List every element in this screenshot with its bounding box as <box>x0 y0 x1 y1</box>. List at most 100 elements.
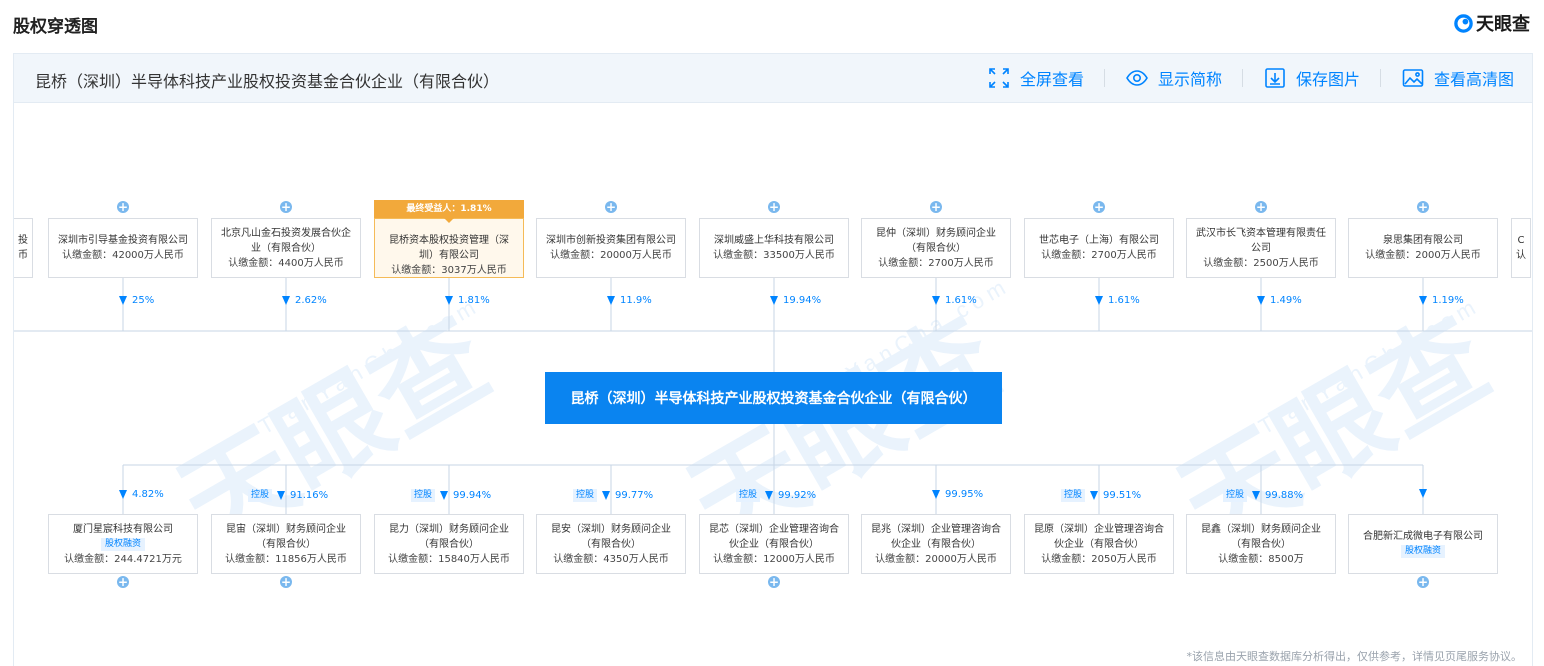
subscribed-amount: 认缴金额：33500万人民币 <box>713 250 835 261</box>
investment-node[interactable]: 昆鑫（深圳）财务顾问企业（有限合伙） 认缴金额：8500万 <box>1186 514 1336 574</box>
shareholder-name: 深圳市引导基金投资有限公司 <box>58 235 188 246</box>
arrow-down-icon <box>1252 491 1261 500</box>
view-hd-image-button[interactable]: 查看高清图 <box>1401 65 1514 91</box>
percent-value: 99.88% <box>1265 490 1304 501</box>
ownership-percent: 19.94% <box>770 295 821 306</box>
save-image-button[interactable]: 保存图片 <box>1263 65 1360 91</box>
shareholder-name: 昆仲（深圳）财务顾问企业（有限合伙） <box>876 227 996 254</box>
investment-node[interactable]: 昆兆（深圳）企业管理咨询合伙企业（有限合伙） 认缴金额：20000万人民币 <box>861 514 1011 574</box>
subscribed-amount: 认缴金额：2500万人民币 <box>1203 257 1319 269</box>
expand-plus-icon[interactable]: + <box>930 201 942 213</box>
arrow-down-icon <box>602 491 611 500</box>
expand-plus-icon[interactable]: + <box>1255 201 1267 213</box>
shareholder-node-partial[interactable]: C 认 <box>1511 218 1531 278</box>
center-entity-node[interactable]: 昆桥（深圳）半导体科技产业股权投资基金合伙企业（有限合伙） <box>545 372 1002 424</box>
subscribed-amount: 认缴金额：2050万人民币 <box>1041 553 1157 565</box>
financing-badge[interactable]: 股权融资 <box>100 537 145 551</box>
investment-percent: 控股 99.51% <box>1061 489 1141 502</box>
arrow-down-icon <box>1419 489 1427 498</box>
investment-name: 昆力（深圳）财务顾问企业（有限合伙） <box>389 523 509 550</box>
percent-value: 99.92% <box>778 490 817 501</box>
eye-icon <box>1126 70 1148 86</box>
investment-node[interactable]: 合肥新汇成微电子有限公司 股权融资 <box>1348 514 1498 574</box>
percent-value: 4.82% <box>132 489 164 500</box>
investment-node[interactable]: 昆安（深圳）财务顾问企业（有限合伙） 认缴金额：4350万人民币 <box>536 514 686 574</box>
investment-name: 昆安（深圳）财务顾问企业（有限合伙） <box>551 523 671 550</box>
entity-title: 昆桥（深圳）半导体科技产业股权投资基金合伙企业（有限合伙） <box>35 72 500 91</box>
subscribed-amount: 认缴金额：8500万 <box>1218 553 1304 565</box>
brand-name: 天眼查 <box>1476 14 1530 35</box>
toolbar-divider <box>1103 69 1105 87</box>
shareholder-name: 世芯电子（上海）有限公司 <box>1039 235 1159 246</box>
partial-text: 认 <box>1516 250 1526 261</box>
fullscreen-label: 全屏查看 <box>1019 70 1084 89</box>
arrow-down-icon <box>119 490 127 499</box>
percent-value: 91.16% <box>290 490 329 501</box>
shareholder-node-partial[interactable]: 投 币 <box>14 218 33 278</box>
percent-value: 2.62% <box>295 295 327 306</box>
investment-node[interactable]: 昆原（深圳）企业管理咨询合伙企业（有限合伙） 认缴金额：2050万人民币 <box>1024 514 1174 574</box>
shareholder-node[interactable]: 深圳市创新投资集团有限公司 认缴金额：20000万人民币 <box>536 218 686 278</box>
investment-name: 昆兆（深圳）企业管理咨询合伙企业（有限合伙） <box>871 523 1001 550</box>
shareholder-node[interactable]: 深圳威盛上华科技有限公司 认缴金额：33500万人民币 <box>699 218 849 278</box>
expand-plus-icon[interactable]: + <box>117 576 129 588</box>
expand-plus-icon[interactable]: + <box>768 576 780 588</box>
shareholder-node[interactable]: 北京凡山金石投资发展合伙企业（有限合伙） 认缴金额：4400万人民币 <box>211 218 361 278</box>
arrow-down-icon <box>932 490 940 499</box>
shareholder-name: 深圳市创新投资集团有限公司 <box>546 235 676 246</box>
subscribed-amount: 认缴金额：4400万人民币 <box>228 257 344 269</box>
show-abbreviation-button[interactable]: 显示简称 <box>1125 65 1222 91</box>
partial-text: 投 <box>18 235 28 246</box>
expand-plus-icon[interactable]: + <box>605 201 617 213</box>
shareholder-node[interactable]: 昆仲（深圳）财务顾问企业（有限合伙） 认缴金额：2700万人民币 <box>861 218 1011 278</box>
investment-node[interactable]: 昆力（深圳）财务顾问企业（有限合伙） 认缴金额：15840万人民币 <box>374 514 524 574</box>
subscribed-amount: 认缴金额：20000万人民币 <box>550 250 672 261</box>
arrow-down-icon <box>1090 491 1099 500</box>
shareholder-name: 武汉市长飞资本管理有限责任公司 <box>1196 227 1326 254</box>
percent-value: 1.19% <box>1432 295 1464 306</box>
investment-name: 合肥新汇成微电子有限公司 <box>1363 531 1483 542</box>
arrow-down-icon <box>770 296 778 305</box>
expand-plus-icon[interactable]: + <box>1417 576 1429 588</box>
download-icon <box>1265 68 1285 88</box>
expand-plus-icon[interactable]: + <box>280 576 292 588</box>
shareholder-node[interactable]: 深圳市引导基金投资有限公司 认缴金额：42000万人民币 <box>48 218 198 278</box>
equity-chart-panel: 昆桥（深圳）半导体科技产业股权投资基金合伙企业（有限合伙） 全屏查看 显示简称 <box>13 53 1533 666</box>
arrow-down-icon <box>277 491 286 500</box>
ownership-percent: 11.9% <box>607 295 652 306</box>
investment-percent: 控股 91.16% <box>248 489 328 502</box>
expand-plus-icon[interactable]: + <box>280 201 292 213</box>
investment-node[interactable]: 厦门星宸科技有限公司 股权融资 认缴金额：244.4721万元 <box>48 514 198 574</box>
expand-plus-icon[interactable]: + <box>1417 201 1429 213</box>
percent-value: 99.95% <box>945 489 984 500</box>
investment-percent: 控股 99.77% <box>573 489 653 502</box>
subscribed-amount: 认缴金额：3037万人民币 <box>391 264 507 276</box>
arrow-down-icon <box>1419 296 1427 305</box>
expand-plus-icon[interactable]: + <box>1093 201 1105 213</box>
save-image-label: 保存图片 <box>1295 70 1360 89</box>
percent-value: 19.94% <box>783 295 822 306</box>
investment-name: 昆芯（深圳）企业管理咨询合伙企业（有限合伙） <box>709 523 839 550</box>
shareholder-node[interactable]: 武汉市长飞资本管理有限责任公司认缴金额：2500万人民币 <box>1186 218 1336 278</box>
shareholder-node[interactable]: 泉思集团有限公司 认缴金额：2000万人民币 <box>1348 218 1498 278</box>
brand-mark-icon <box>1454 13 1473 33</box>
arrow-down-icon <box>282 296 290 305</box>
fullscreen-button[interactable]: 全屏查看 <box>987 65 1084 91</box>
subscribed-amount: 认缴金额：4350万人民币 <box>553 553 669 565</box>
percent-value: 99.77% <box>615 490 654 501</box>
shareholder-node[interactable]: 世芯电子（上海）有限公司 认缴金额：2700万人民币 <box>1024 218 1174 278</box>
arrow-down-icon <box>1257 296 1265 305</box>
investment-node[interactable]: 昆芯（深圳）企业管理咨询合伙企业（有限合伙） 认缴金额：12000万人民币 <box>699 514 849 574</box>
shareholder-node[interactable]: 昆桥资本股权投资管理（深圳）有限公司 认缴金额：3037万人民币 <box>374 218 524 278</box>
financing-badge[interactable]: 股权融资 <box>1400 545 1445 558</box>
arrow-down-icon <box>765 491 774 500</box>
ownership-graph[interactable]: 天眼查 TianYanCha.com 天眼查 TianYanCha.com 天眼… <box>14 103 1532 666</box>
subscribed-amount: 认缴金额：2700万人民币 <box>1041 250 1157 261</box>
investment-node[interactable]: 昆宙（深圳）财务顾问企业（有限合伙） 认缴金额：11856万人民币 <box>211 514 361 574</box>
ownership-percent: 1.19% <box>1419 295 1464 306</box>
expand-plus-icon[interactable]: + <box>768 201 780 213</box>
investment-percent: 控股 99.88% <box>1223 489 1303 502</box>
subscribed-amount: 认缴金额：2700万人民币 <box>878 257 994 269</box>
control-badge: 控股 <box>1061 489 1086 502</box>
expand-plus-icon[interactable]: + <box>117 201 129 213</box>
